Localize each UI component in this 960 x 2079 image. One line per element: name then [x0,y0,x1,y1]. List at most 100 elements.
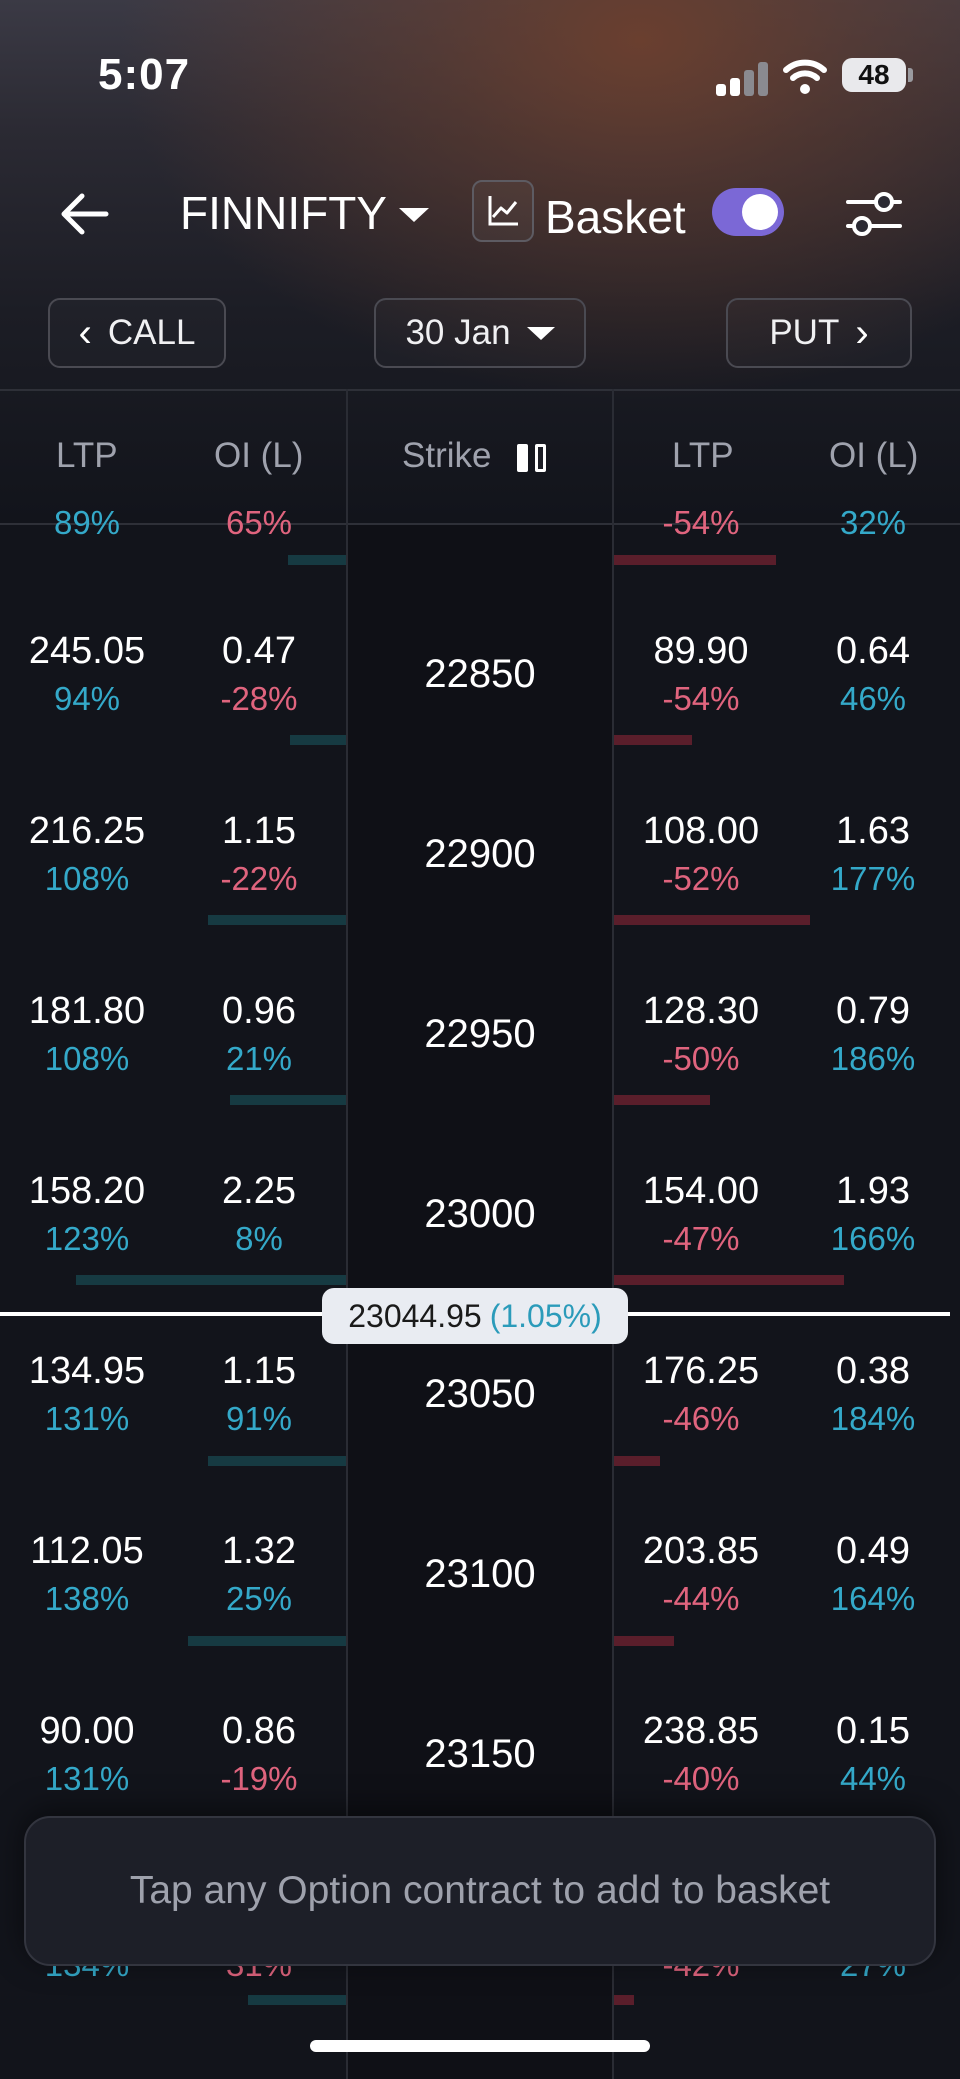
put-ltp-pct: -44% [662,1580,740,1617]
back-arrow-icon[interactable] [56,186,112,242]
col-strike-label: Strike [402,436,492,475]
call-ltp[interactable]: 158.20 [10,1170,164,1213]
columns-icon [517,443,547,472]
filter-icon[interactable] [844,186,904,242]
put-oi-chg: 44% [839,1760,907,1797]
call-oi-chg: 91% [225,1400,293,1437]
call-oi-bar [288,555,346,565]
put-ltp[interactable]: 238.85 [626,1710,776,1753]
call-ltp[interactable]: 181.80 [10,990,164,1033]
put-oi: 0.15 [836,1710,910,1752]
call-oi-bar [248,1995,346,2005]
call-oi-chg: 65% [225,504,293,541]
put-oi-chg: 166% [830,1220,916,1257]
put-oi: 0.64 [836,630,910,672]
put-oi-bar [614,1275,844,1285]
call-oi: 0.86 [222,1710,296,1752]
call-button[interactable]: ‹ CALL [48,298,226,368]
col-call-ltp: LTP [56,436,118,475]
call-oi-bar [208,915,346,925]
chart-icon [488,196,518,226]
put-oi-bar [614,1456,660,1466]
put-ltp-pct: -52% [662,860,740,897]
call-oi-bar [188,1636,346,1646]
chevron-down-icon [526,326,555,340]
put-oi-chg: 32% [839,504,907,541]
put-ltp[interactable]: 176.25 [626,1350,776,1393]
call-ltp[interactable]: 90.00 [10,1710,164,1753]
basket-label: Basket [545,191,686,243]
put-oi: 1.63 [836,810,910,852]
chevron-down-icon [398,208,429,222]
strike-price: 22950 [424,1012,536,1056]
instrument-name: FINNIFTY [180,187,387,239]
call-oi-chg: 25% [225,1580,293,1617]
put-ltp[interactable]: 89.90 [626,630,776,673]
put-oi-chg: 186% [830,1040,916,1077]
put-label: PUT [769,313,840,352]
strike-price: 23100 [424,1552,536,1596]
call-oi-bar [290,735,346,745]
put-ltp-pct: -47% [662,1220,740,1257]
put-oi-bar [614,915,810,925]
call-oi: 1.15 [222,810,296,852]
put-oi-bar [614,1995,634,2005]
battery-tip [908,68,913,82]
put-ltp-pct: -54% [662,504,740,541]
put-ltp-pct: -50% [662,1040,740,1077]
call-ltp[interactable]: 134.95 [10,1350,164,1393]
put-oi: 0.49 [836,1530,910,1572]
call-oi-bar [76,1275,346,1285]
call-label: CALL [107,313,196,352]
put-oi-chg: 184% [830,1400,916,1437]
basket-toggle[interactable] [712,188,784,236]
call-ltp-pct: 108% [44,1040,130,1077]
chart-button[interactable] [472,180,534,242]
wifi-icon [783,59,827,94]
col-call-oi: OI (L) [214,436,304,475]
put-ltp[interactable]: 203.85 [626,1530,776,1573]
expiry-selector[interactable]: 30 Jan [374,298,586,368]
call-ltp[interactable]: 112.05 [10,1530,164,1573]
strike-price: 22900 [424,832,536,876]
put-oi: 1.93 [836,1170,910,1212]
basket-hint-toast: Tap any Option contract to add to basket [24,1816,936,1966]
call-ltp-pct: 131% [44,1760,130,1797]
call-ltp-pct: 94% [53,680,121,717]
call-oi: 0.47 [222,630,296,672]
put-oi-bar [614,555,776,565]
call-oi-chg: -28% [220,680,298,717]
call-ltp[interactable]: 216.25 [10,810,164,853]
battery-icon: 48 [842,58,906,92]
call-oi: 1.15 [222,1350,296,1392]
put-ltp[interactable]: 154.00 [626,1170,776,1213]
strike-price: 23150 [424,1732,536,1776]
put-oi-chg: 46% [839,680,907,717]
put-ltp-pct: -54% [662,680,740,717]
chevron-right-icon: › [855,311,869,355]
put-oi-chg: 177% [830,860,916,897]
cellular-signal-icon [716,62,776,96]
put-oi-chg: 164% [830,1580,916,1617]
expiry-label: 30 Jan [405,313,511,352]
put-oi-bar [614,1636,674,1646]
call-ltp[interactable]: 245.05 [10,630,164,673]
instrument-selector[interactable]: FINNIFTY [180,186,429,240]
home-indicator[interactable] [310,2040,650,2052]
col-put-oi: OI (L) [829,436,919,475]
strike-price: 22850 [424,652,536,696]
call-oi-chg: -19% [220,1760,298,1797]
call-ltp-pct: 89% [53,504,121,541]
put-button[interactable]: PUT › [726,298,912,368]
call-oi-bar [230,1095,346,1105]
col-strike[interactable]: Strike [402,436,549,476]
strike-price: 23050 [424,1372,536,1416]
put-ltp-pct: -40% [662,1760,740,1797]
header-divider-top [0,389,960,391]
chevron-left-icon: ‹ [78,311,92,355]
put-ltp[interactable]: 128.30 [626,990,776,1033]
put-ltp[interactable]: 108.00 [626,810,776,853]
call-ltp-pct: 138% [44,1580,130,1617]
call-oi-chg: 21% [225,1040,293,1077]
call-ltp-pct: 123% [44,1220,130,1257]
